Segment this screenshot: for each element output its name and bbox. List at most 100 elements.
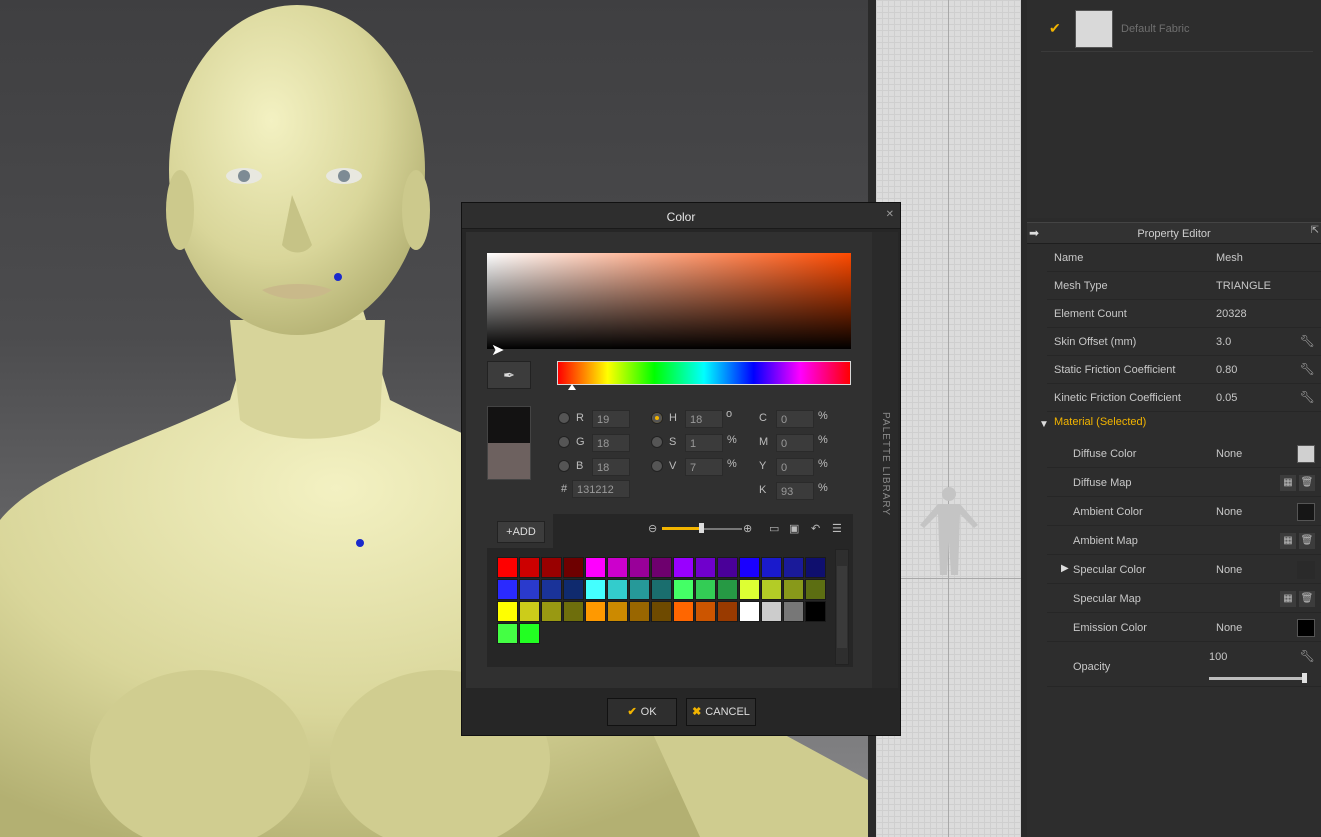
v-input[interactable]: 7 [685, 458, 723, 476]
popout-icon[interactable]: ⇱ [1311, 225, 1319, 236]
radio-b[interactable] [558, 460, 570, 472]
palette-swatch[interactable] [673, 579, 694, 600]
palette-swatch[interactable] [519, 623, 540, 644]
palette-swatch[interactable] [739, 579, 760, 600]
saturation-value-field[interactable] [487, 253, 851, 349]
palette-swatch[interactable] [585, 557, 606, 578]
hue-slider-marker[interactable] [567, 384, 576, 390]
fabric-list-item[interactable]: ✔ Default Fabric [1041, 6, 1313, 52]
y-input[interactable]: 0 [776, 458, 814, 476]
cancel-button[interactable]: ✖ CANCEL [686, 698, 756, 726]
specular-color-swatch[interactable] [1297, 561, 1315, 579]
palette-swatch[interactable] [673, 557, 694, 578]
palette-swatch[interactable] [497, 557, 518, 578]
c-input[interactable]: 0 [776, 410, 814, 428]
palette-swatch[interactable] [783, 601, 804, 622]
radio-g[interactable] [558, 436, 570, 448]
opacity-value[interactable]: 100 [1209, 651, 1227, 663]
radio-s[interactable] [651, 436, 663, 448]
wrench-icon[interactable]: 🔧︎ [1300, 362, 1315, 376]
palette-swatch[interactable] [805, 557, 826, 578]
scrollbar-thumb[interactable] [837, 566, 847, 648]
list-view-icon[interactable]: ☰ [832, 522, 846, 535]
palette-swatch[interactable] [519, 579, 540, 600]
palette-swatch[interactable] [739, 601, 760, 622]
palette-swatch[interactable] [783, 579, 804, 600]
g-input[interactable]: 18 [592, 434, 630, 452]
grid-icon[interactable]: ▦ [1280, 591, 1296, 607]
property-row-skin-offset[interactable]: Skin Offset (mm) 3.0 🔧︎ [1047, 328, 1321, 356]
property-row-mesh-type[interactable]: Mesh Type TRIANGLE [1047, 272, 1321, 300]
property-row-ambient-color[interactable]: Ambient Color None [1047, 498, 1321, 526]
property-row-kinetic-friction[interactable]: Kinetic Friction Coefficient 0.05 🔧︎ [1047, 384, 1321, 412]
palette-swatch[interactable] [519, 601, 540, 622]
property-value[interactable]: TRIANGLE [1216, 280, 1271, 292]
palette-swatch[interactable] [607, 579, 628, 600]
property-value[interactable]: 3.0 [1216, 336, 1231, 348]
palette-swatch[interactable] [673, 601, 694, 622]
k-input[interactable]: 93 [776, 482, 814, 500]
palette-swatch[interactable] [629, 579, 650, 600]
palette-swatch[interactable] [519, 557, 540, 578]
property-row-specular-color[interactable]: Specular Color None [1047, 556, 1321, 584]
palette-swatch[interactable] [783, 557, 804, 578]
wrench-icon[interactable]: 🔧︎ [1300, 390, 1315, 404]
dialog-titlebar[interactable]: Color ✕ [462, 203, 900, 229]
palette-swatch[interactable] [541, 579, 562, 600]
property-row-name[interactable]: Name Mesh [1047, 244, 1321, 272]
palette-swatch[interactable] [541, 601, 562, 622]
palette-swatch[interactable] [651, 601, 672, 622]
palette-swatch[interactable] [585, 579, 606, 600]
material-section-header[interactable]: Material (Selected) [1054, 416, 1146, 428]
add-swatch-button[interactable]: +ADD [497, 521, 545, 543]
emission-color-swatch[interactable] [1297, 619, 1315, 637]
radio-v[interactable] [651, 460, 663, 472]
palette-swatch[interactable] [585, 601, 606, 622]
palette-swatch[interactable] [695, 601, 716, 622]
h-input[interactable]: 18 [685, 410, 723, 428]
radio-r[interactable] [558, 412, 570, 424]
palette-swatch[interactable] [761, 601, 782, 622]
palette-swatch[interactable] [695, 557, 716, 578]
ok-button[interactable]: ✔ OK [607, 698, 677, 726]
eyedropper-icon[interactable]: ✒ [487, 361, 531, 389]
grid-icon[interactable]: ▦ [1280, 533, 1296, 549]
property-row-emission-color[interactable]: Emission Color None [1047, 614, 1321, 642]
expand-triangle-icon[interactable]: ▼ [1039, 419, 1049, 430]
close-icon[interactable]: ✕ [886, 209, 894, 220]
r-input[interactable]: 19 [592, 410, 630, 428]
palette-swatch[interactable] [717, 579, 738, 600]
property-value[interactable]: Mesh [1216, 252, 1243, 264]
palette-swatch[interactable] [497, 623, 518, 644]
palette-swatch[interactable] [563, 579, 584, 600]
palette-scrollbar[interactable] [835, 549, 849, 665]
palette-swatch[interactable] [629, 557, 650, 578]
zoom-in-icon[interactable]: ⊕ [743, 522, 752, 535]
opacity-slider-handle[interactable] [1302, 673, 1307, 683]
property-value[interactable]: 0.05 [1216, 392, 1237, 404]
opacity-slider-track[interactable] [1209, 677, 1305, 680]
property-row-static-friction[interactable]: Static Friction Coefficient 0.80 🔧︎ [1047, 356, 1321, 384]
radio-h[interactable] [651, 412, 663, 424]
property-row-opacity[interactable]: Opacity 100 🔧︎ [1047, 643, 1321, 687]
palette-swatch[interactable] [805, 579, 826, 600]
palette-swatch[interactable] [651, 557, 672, 578]
palette-swatch[interactable] [739, 557, 760, 578]
property-row-specular-map[interactable]: Specular Map ▦ 🗑︎ [1047, 585, 1321, 613]
palette-library-tab[interactable]: PALETTE LIBRARY [872, 232, 898, 688]
palette-swatch[interactable] [497, 601, 518, 622]
folder-open-icon[interactable]: ▭ [769, 522, 783, 535]
palette-swatch[interactable] [761, 557, 782, 578]
trash-icon[interactable]: 🗑︎ [1299, 591, 1315, 607]
b-input[interactable]: 18 [592, 458, 630, 476]
palette-swatch[interactable] [761, 579, 782, 600]
property-row-diffuse-color[interactable]: Diffuse Color None [1047, 440, 1321, 468]
grid-icon[interactable]: ▦ [1280, 475, 1296, 491]
ambient-color-swatch[interactable] [1297, 503, 1315, 521]
property-row-diffuse-map[interactable]: Diffuse Map ▦ 🗑︎ [1047, 469, 1321, 497]
m-input[interactable]: 0 [776, 434, 814, 452]
s-input[interactable]: 1 [685, 434, 723, 452]
property-row-element-count[interactable]: Element Count 20328 [1047, 300, 1321, 328]
save-icon[interactable]: ▣ [789, 522, 803, 535]
palette-swatch[interactable] [563, 557, 584, 578]
